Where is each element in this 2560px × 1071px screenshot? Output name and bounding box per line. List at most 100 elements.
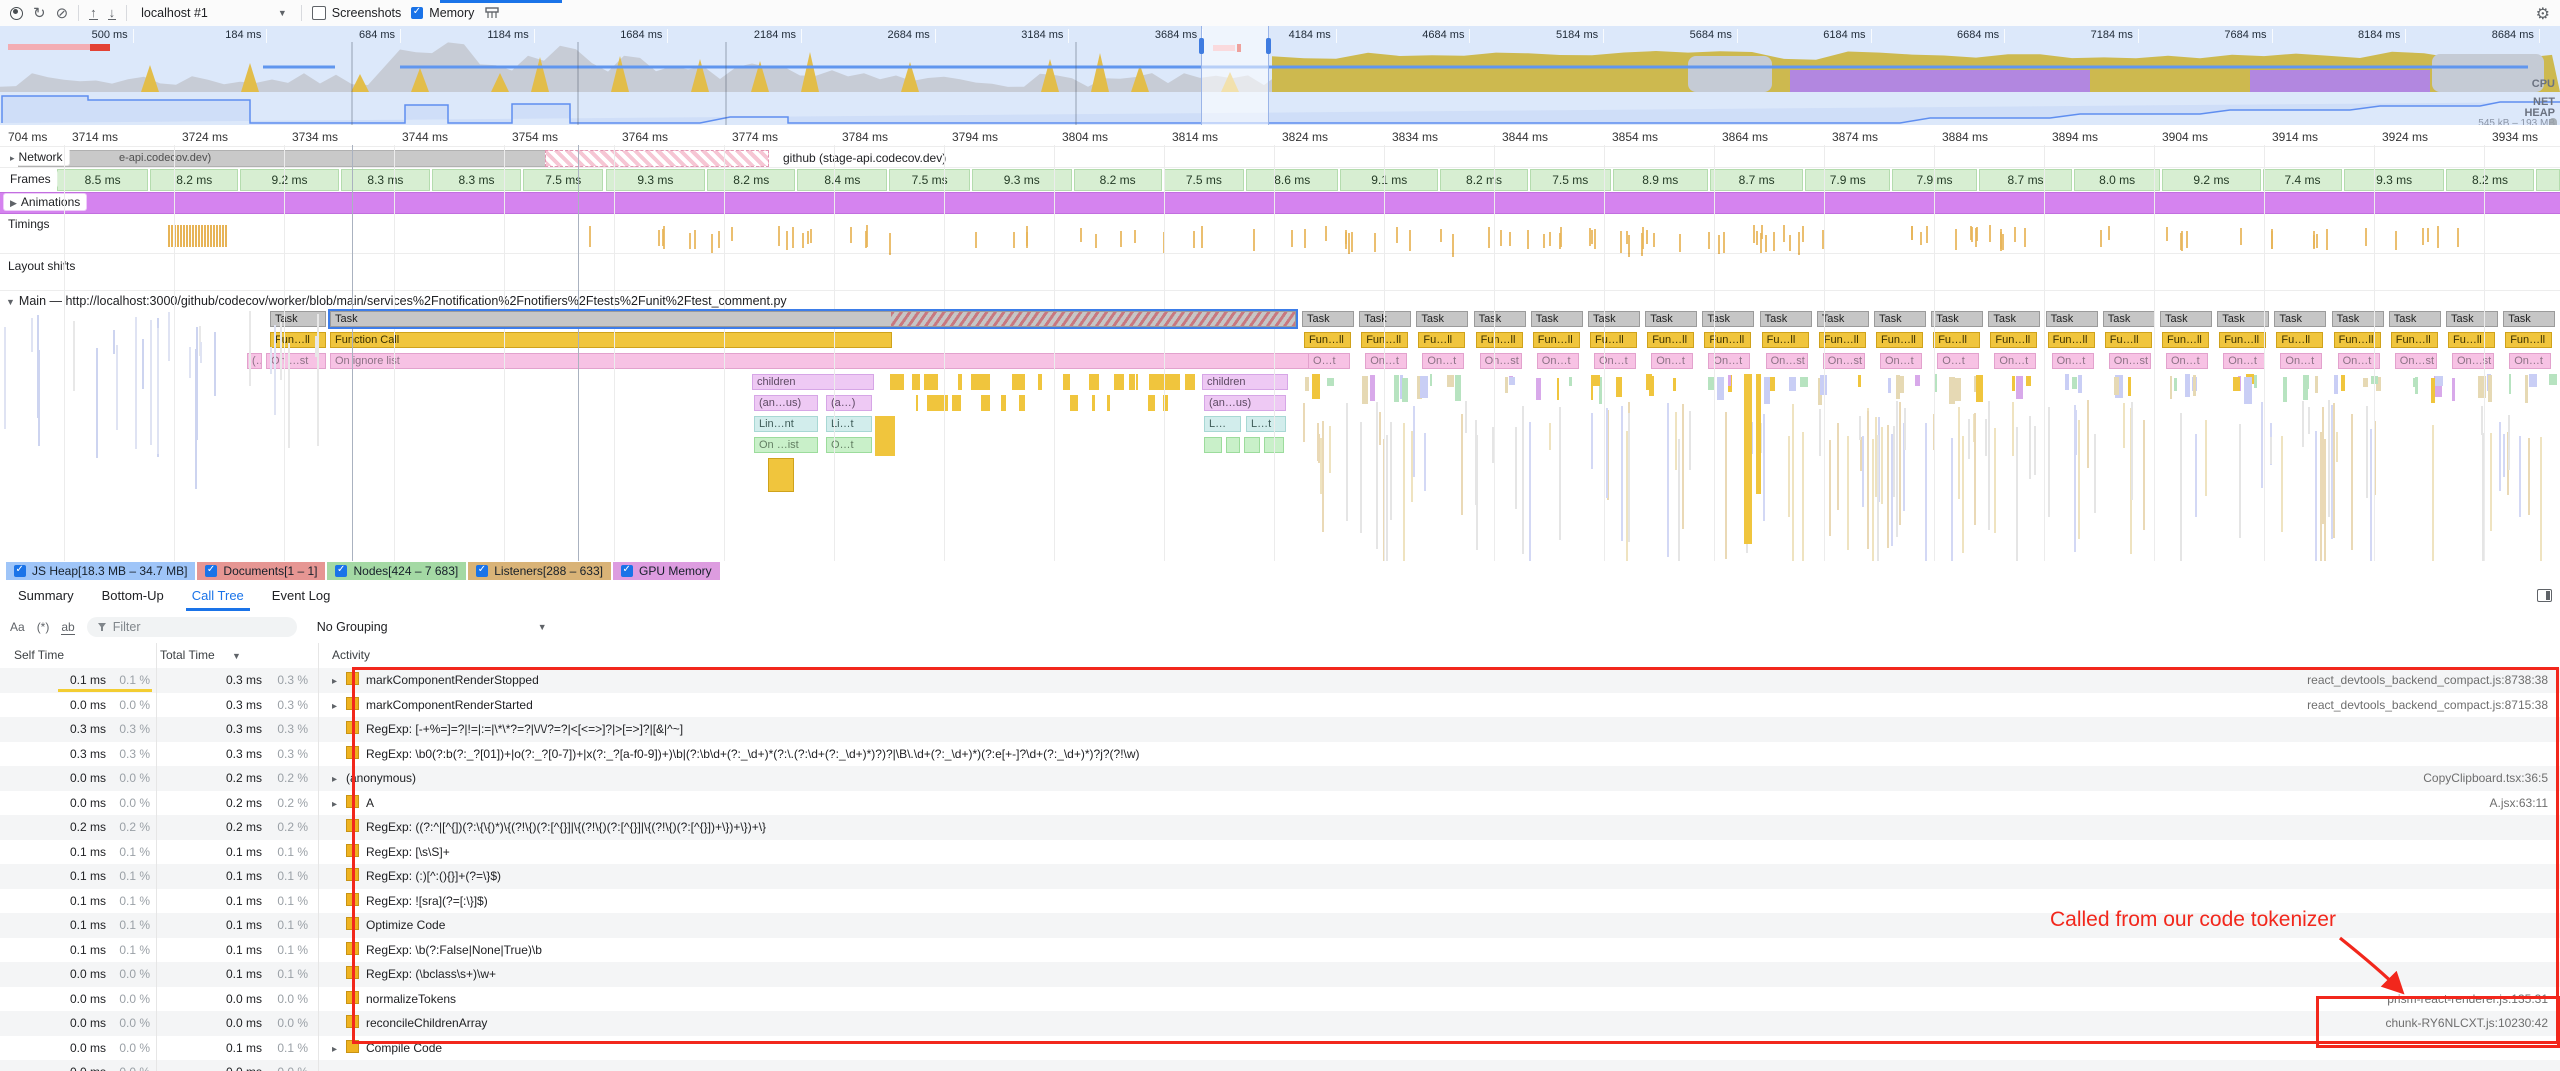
flame-bar-ignore-list[interactable]: On…st bbox=[2452, 353, 2494, 369]
flame-bar-function-call[interactable]: Fu…ll bbox=[1418, 332, 1465, 348]
flame-bar--an-us-[interactable]: (an…us) bbox=[754, 395, 818, 411]
flame-bar-ignore-list[interactable]: On…t bbox=[1422, 353, 1464, 369]
screenshots-checkbox[interactable]: Screenshots bbox=[312, 6, 401, 20]
column-divider[interactable] bbox=[318, 643, 319, 1071]
frame-cell[interactable]: 8.3 ms bbox=[341, 169, 430, 191]
flame-bar-ignore-list[interactable]: On…st bbox=[1766, 353, 1808, 369]
regex-icon[interactable]: (*) bbox=[37, 620, 50, 634]
expand-arrow-icon[interactable]: ▸ bbox=[332, 695, 346, 720]
source-location-link[interactable]: CopyClipboard.tsx:36:5 bbox=[2423, 766, 2548, 791]
history-select[interactable]: localhost #1 ▼ bbox=[137, 4, 291, 22]
flame-bar-task[interactable]: Task bbox=[1531, 311, 1583, 327]
flame-bar-function-call[interactable]: Fu…ll bbox=[1590, 332, 1637, 348]
activity-cell[interactable]: ▸(anonymous) bbox=[332, 766, 2560, 793]
flame-bar-ignore-list[interactable]: On…t bbox=[2223, 353, 2265, 369]
filter-input[interactable]: Filter bbox=[87, 617, 297, 637]
flame-bar-task[interactable]: Task bbox=[1988, 311, 2040, 327]
flame-bar-grn[interactable] bbox=[1226, 437, 1240, 453]
flame-bar-task[interactable]: Task bbox=[2160, 311, 2212, 327]
calltree-row[interactable]: 0.0 ms0.0 %0.3 ms0.3 %▸markComponentRend… bbox=[0, 693, 2560, 718]
match-whole-word-icon[interactable]: ab bbox=[61, 620, 74, 635]
garbage-collect-icon[interactable] bbox=[484, 6, 500, 20]
flame-bar-grn[interactable] bbox=[1204, 437, 1222, 453]
flame-bar-ignore-list[interactable]: On…st bbox=[2109, 353, 2151, 369]
frame-cell[interactable]: 9.1 ms bbox=[1340, 169, 1438, 191]
flame-bar-ignore-list[interactable]: On…t bbox=[1537, 353, 1579, 369]
network-request-bar[interactable]: e-api.codecov.dev) bbox=[18, 150, 630, 167]
flame-bar-task[interactable]: Task bbox=[1302, 311, 1354, 327]
selection-right-handle[interactable] bbox=[1266, 38, 1271, 54]
frame-cell[interactable]: 9.2 ms bbox=[240, 169, 339, 191]
load-profile-icon[interactable]: ↑ bbox=[89, 7, 98, 20]
flame-bar-function-call[interactable]: Fun…ll bbox=[2048, 332, 2095, 348]
flame-bar-ignore-list[interactable]: On…t bbox=[2052, 353, 2094, 369]
flame-bar-task[interactable]: Task bbox=[2503, 311, 2555, 327]
activity-cell[interactable] bbox=[332, 1060, 2560, 1071]
network-track-label[interactable]: ▸Network bbox=[4, 149, 69, 165]
flame-bar-function-call[interactable]: Fun…ll bbox=[1304, 332, 1351, 348]
flame-bar-function-call[interactable]: Fun…ll bbox=[1476, 332, 1523, 348]
flame-bar-ignore-list[interactable]: On…t bbox=[2166, 353, 2208, 369]
activity-cell[interactable]: normalizeTokens bbox=[332, 987, 2560, 1012]
calltree-row[interactable]: 0.0 ms0.0 %0.0 ms0.0 %normalizeTokenspri… bbox=[0, 987, 2560, 1012]
flame-bar-li-t[interactable]: Li…t bbox=[826, 416, 872, 432]
source-location-link[interactable]: A.jsx:63:11 bbox=[2490, 791, 2548, 816]
flame-bar-task[interactable]: Task bbox=[1645, 311, 1697, 327]
overview-selection-window[interactable] bbox=[1201, 26, 1269, 125]
flame-bar-ignore-list[interactable]: On…t bbox=[1594, 353, 1636, 369]
checkbox-checked-icon[interactable] bbox=[205, 565, 217, 577]
counter-gpu-memory[interactable]: GPU Memory bbox=[613, 562, 720, 580]
calltree-row[interactable]: 0.0 ms0.0 %0.0 ms0.0 %reconcileChildrenA… bbox=[0, 1011, 2560, 1036]
activity-cell[interactable]: ▸markComponentRenderStopped bbox=[332, 668, 2560, 695]
activity-cell[interactable]: reconcileChildrenArray bbox=[332, 1011, 2560, 1036]
flame-bar-task[interactable]: Task bbox=[1474, 311, 1526, 327]
flame-bar-function-call[interactable]: Fun…ll bbox=[1647, 332, 1694, 348]
flame-bar-task[interactable]: Task bbox=[1760, 311, 1812, 327]
calltree-row[interactable]: 0.3 ms0.3 %0.3 ms0.3 %RegExp: \b0(?:b(?:… bbox=[0, 742, 2560, 767]
frame-cell[interactable]: 8.2 ms bbox=[1440, 169, 1528, 191]
frame-cell[interactable]: 8.2 ms bbox=[2446, 169, 2534, 191]
frame-cell[interactable]: 7.5 ms bbox=[889, 169, 969, 191]
layout-shifts-track-label[interactable]: Layout shifts bbox=[8, 259, 75, 273]
flame-bar--a-[interactable]: (a…) bbox=[826, 395, 872, 411]
flame-bar-l-t[interactable]: L…t bbox=[1246, 416, 1286, 432]
animations-track[interactable] bbox=[0, 192, 2560, 214]
flame-bar-task[interactable]: Task bbox=[2046, 311, 2098, 327]
flame-bar-ignore-list[interactable]: O…t bbox=[1937, 353, 1979, 369]
flame-bar-ignore-list[interactable]: O…t bbox=[1308, 353, 1350, 369]
checkbox-checked-icon[interactable] bbox=[14, 565, 26, 577]
activity-cell[interactable]: RegExp: [\s\S]+ bbox=[332, 840, 2560, 865]
flame-bar-task[interactable]: Task bbox=[1359, 311, 1411, 327]
frame-cell[interactable]: 8.5 ms bbox=[57, 169, 148, 191]
flame-bar-ignore-list[interactable]: On…t bbox=[1880, 353, 1922, 369]
flame-bar-task[interactable]: Task bbox=[1874, 311, 1926, 327]
frame-cell[interactable]: 8.3 ms bbox=[432, 169, 521, 191]
expand-arrow-icon[interactable]: ▸ bbox=[332, 793, 346, 818]
clear-recording-icon[interactable]: ⊘ bbox=[56, 6, 69, 21]
frame-cell[interactable]: 7.5 ms bbox=[1164, 169, 1244, 191]
flame-bar-function-call[interactable]: Fun…ll bbox=[1704, 332, 1751, 348]
checkbox-checked-icon[interactable] bbox=[335, 565, 347, 577]
flame-bar-task[interactable]: Task bbox=[2103, 311, 2155, 327]
col-self-time[interactable]: Self Time bbox=[14, 648, 64, 662]
flame-bar-o-t[interactable]: O…t bbox=[826, 437, 872, 453]
flame-bar-function-call[interactable]: Fun…ll bbox=[1876, 332, 1923, 348]
source-location-link[interactable]: react_devtools_backend_compact.js:8738:3… bbox=[2307, 668, 2548, 693]
activity-cell[interactable]: RegExp: (\bclass\s+)\w+ bbox=[332, 962, 2560, 987]
flame-bar-task[interactable]: Task bbox=[2274, 311, 2326, 327]
frame-cell[interactable]: 8.4 ms bbox=[797, 169, 887, 191]
calltree-row[interactable]: 0.0 ms0.0 %0.1 ms0.1 %▸Compile Code bbox=[0, 1036, 2560, 1061]
flame-bar-function-call[interactable]: Fu…ll bbox=[2448, 332, 2495, 348]
activity-cell[interactable]: RegExp: \b(?:False|None|True)\b bbox=[332, 938, 2560, 963]
timeline-overview[interactable]: 500 ms184 ms684 ms1184 ms1684 ms2184 ms2… bbox=[0, 26, 2560, 126]
flame-bar-children[interactable]: children bbox=[752, 374, 874, 390]
calltree-row[interactable]: 0.0 ms0.0 %0.0 ms0.0 % bbox=[0, 1060, 2560, 1071]
activity-cell[interactable]: RegExp: [-+%=]=?|!=|:=|\*\*?=?|\/\/?=?|<… bbox=[332, 717, 2560, 742]
reload-and-record-icon[interactable]: ↻ bbox=[33, 6, 46, 21]
counter-listeners[interactable]: Listeners[288 – 633] bbox=[468, 562, 611, 580]
tab-call-tree[interactable]: Call Tree bbox=[178, 581, 258, 611]
frame-cell[interactable] bbox=[2536, 169, 2560, 191]
flame-bar-task[interactable]: Task bbox=[330, 311, 1296, 327]
column-divider[interactable] bbox=[156, 643, 157, 1071]
flame-bar-function-call[interactable]: Fun…ll bbox=[2391, 332, 2438, 348]
